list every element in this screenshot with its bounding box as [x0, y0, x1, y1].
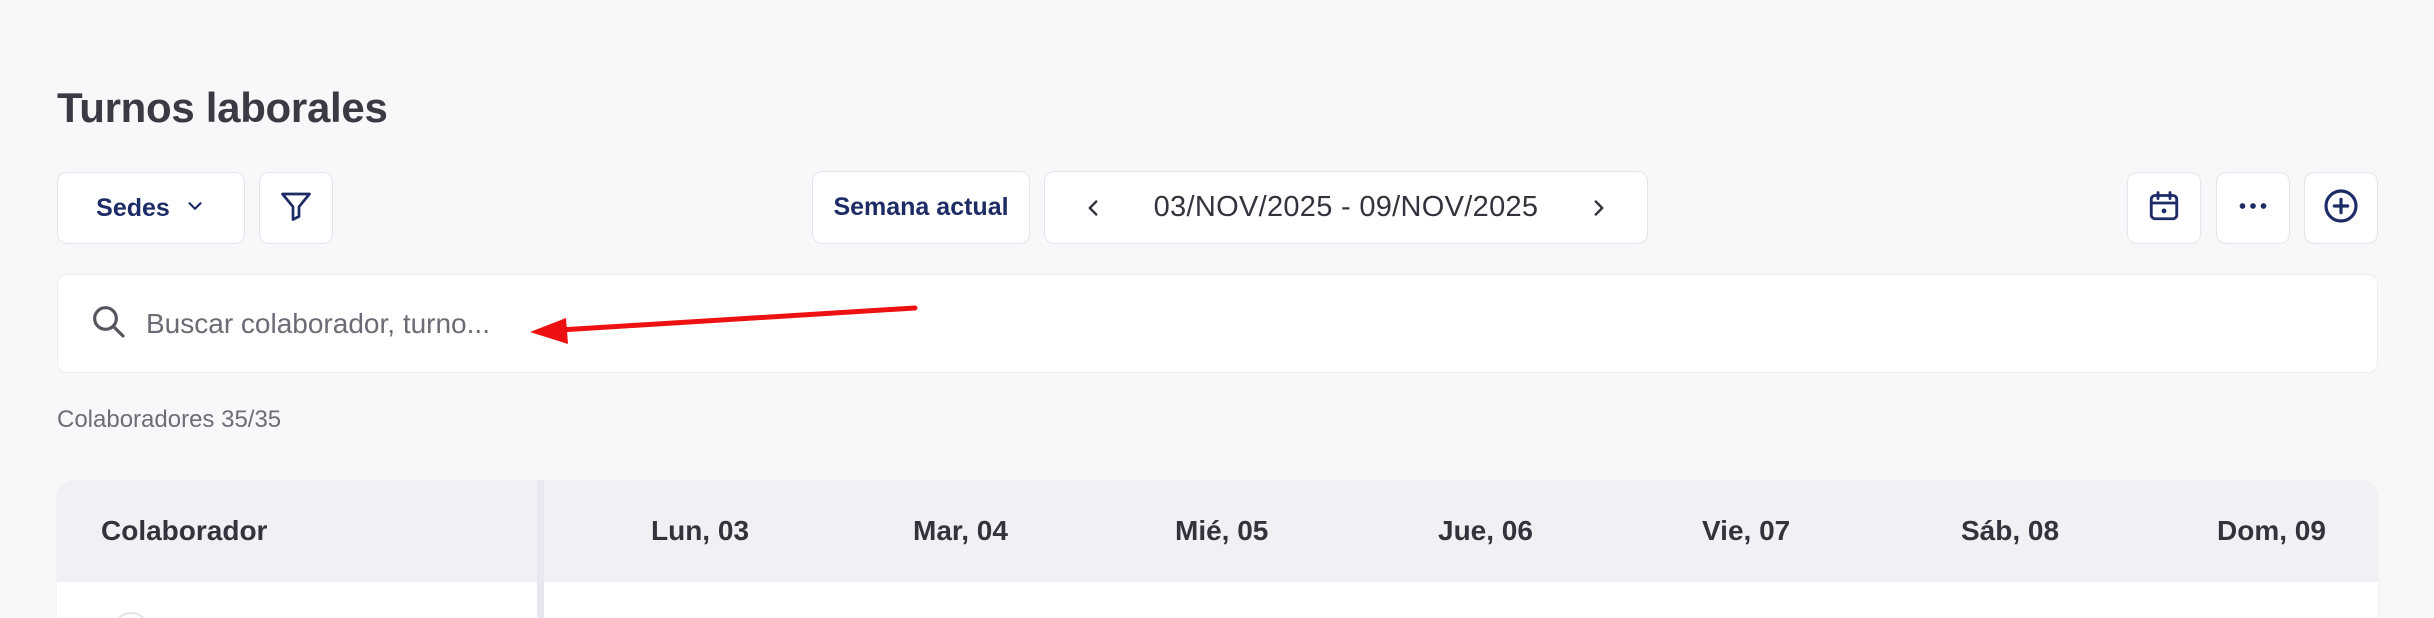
more-options-button[interactable] [2216, 172, 2290, 244]
collaborators-count: Colaboradores 35/35 [57, 406, 282, 433]
day-header: Vie, 07 [1702, 515, 1791, 546]
annotation-arrow [530, 305, 918, 344]
current-week-button[interactable]: Semana actual [812, 171, 1030, 244]
search-icon [88, 301, 128, 346]
day-header: Jue, 06 [1438, 515, 1533, 546]
day-header: Dom, 09 [2217, 515, 2326, 546]
search-bar [57, 274, 2378, 373]
calendar-button[interactable] [2127, 172, 2201, 244]
sedes-dropdown-button[interactable]: Sedes [57, 172, 245, 244]
day-header: Mié, 05 [1175, 515, 1269, 546]
sedes-label: Sedes [96, 193, 170, 222]
current-week-label: Semana actual [833, 193, 1009, 221]
day-header: Lun, 03 [651, 515, 750, 546]
chevron-down-icon [184, 195, 206, 222]
filter-icon [278, 188, 314, 229]
filter-button[interactable] [259, 172, 333, 244]
day-header: Mar, 04 [913, 515, 1008, 546]
avatar [113, 612, 149, 618]
week-navigator: 03/NOV/2025 - 09/NOV/2025 [1044, 171, 1648, 244]
add-shift-button[interactable] [2304, 172, 2378, 244]
collaborator-column-header: Colaborador [101, 515, 268, 546]
chevron-right-icon[interactable] [1581, 190, 1617, 226]
shifts-table: Colaborador Lun, 03 Mar, 04 Mié, 05 Jue,… [57, 480, 2378, 618]
page-title: Turnos laborales [57, 84, 388, 131]
date-range-label: 03/NOV/2025 - 09/NOV/2025 [1153, 191, 1539, 223]
add-circle-icon [2321, 186, 2361, 231]
more-horizontal-icon [2235, 188, 2271, 229]
column-divider [537, 480, 544, 618]
calendar-icon [2146, 188, 2182, 229]
chevron-left-icon[interactable] [1075, 190, 1111, 226]
day-header: Sáb, 08 [1961, 515, 2060, 546]
